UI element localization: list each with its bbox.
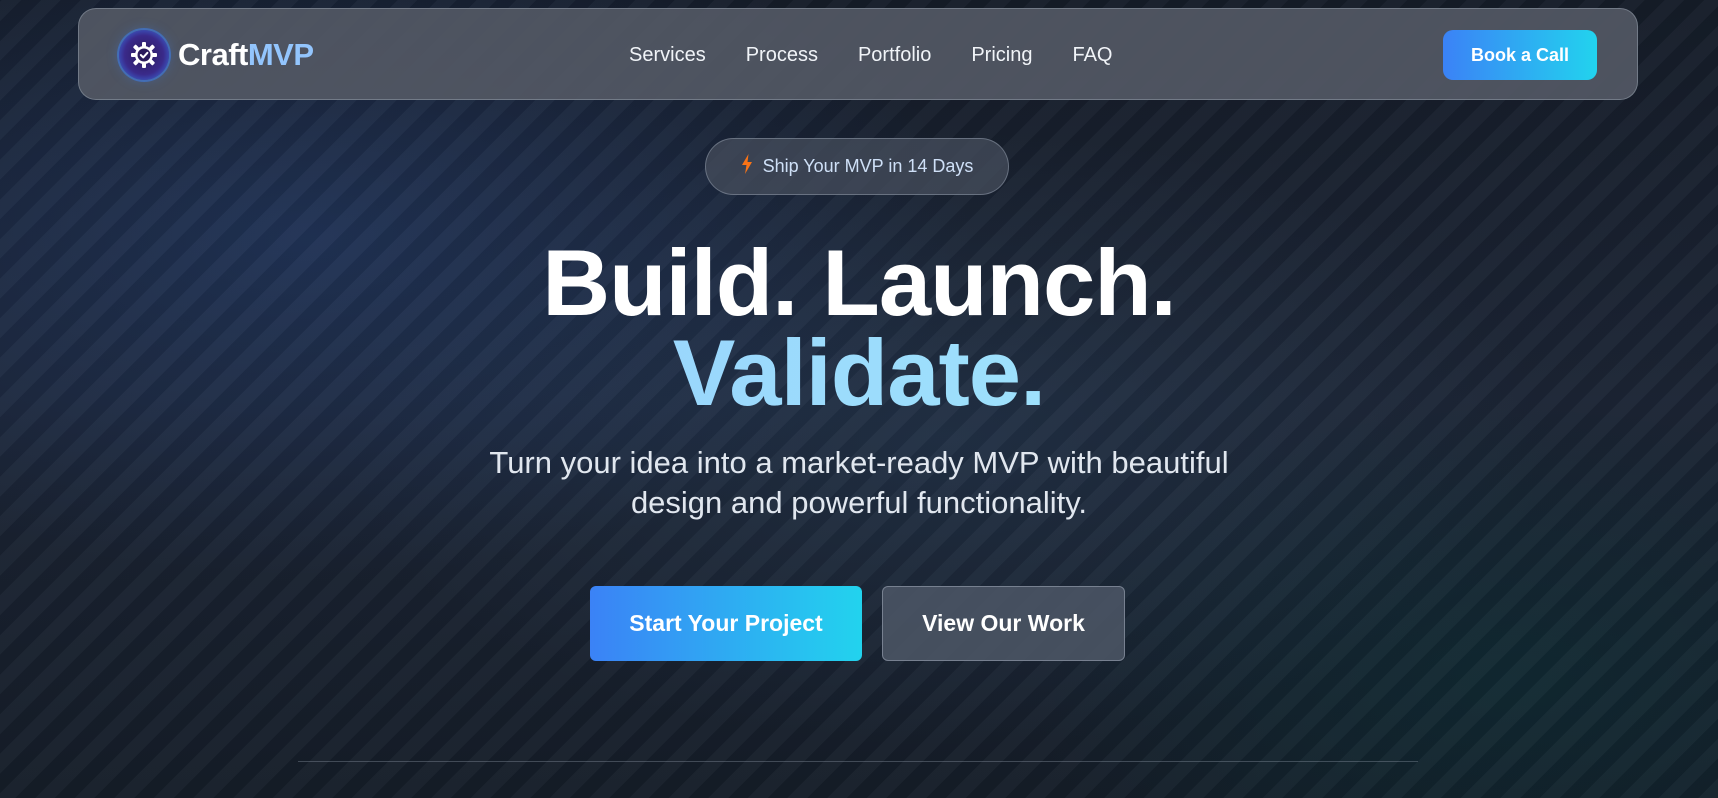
hero-headline-line2: Validate. — [0, 326, 1718, 420]
book-a-call-button[interactable]: Book a Call — [1443, 30, 1597, 80]
nav-link-services[interactable]: Services — [629, 44, 706, 67]
hero-headline-line1: Build. Launch. — [542, 230, 1177, 335]
hero-subtitle: Turn your idea into a market-ready MVP w… — [0, 443, 1718, 523]
hero-badge: Ship Your MVP in 14 Days — [705, 138, 1009, 195]
brand-name-accent: MVP — [247, 37, 314, 72]
section-divider — [298, 761, 1418, 762]
navbar: CraftMVP Services Process Portfolio Pric… — [78, 8, 1638, 100]
nav-link-process[interactable]: Process — [746, 44, 818, 67]
nav-links: Services Process Portfolio Pricing FAQ — [629, 9, 1112, 101]
brand-name-primary: Craft — [178, 37, 248, 72]
gear-clock-icon — [119, 30, 169, 80]
brand-name: CraftMVP — [178, 37, 314, 73]
hero-subtitle-line1: Turn your idea into a market-ready MVP w… — [489, 445, 1229, 480]
hero-subtitle-line2: design and powerful functionality. — [630, 485, 1088, 520]
nav-link-portfolio[interactable]: Portfolio — [858, 44, 931, 67]
logo[interactable]: CraftMVP — [119, 29, 314, 81]
start-project-button[interactable]: Start Your Project — [590, 586, 862, 661]
badge-text: Ship Your MVP in 14 Days — [762, 156, 974, 176]
nav-link-pricing[interactable]: Pricing — [971, 44, 1032, 67]
lightning-icon — [741, 154, 753, 179]
nav-link-faq[interactable]: FAQ — [1072, 44, 1112, 67]
view-work-button[interactable]: View Our Work — [882, 586, 1125, 661]
